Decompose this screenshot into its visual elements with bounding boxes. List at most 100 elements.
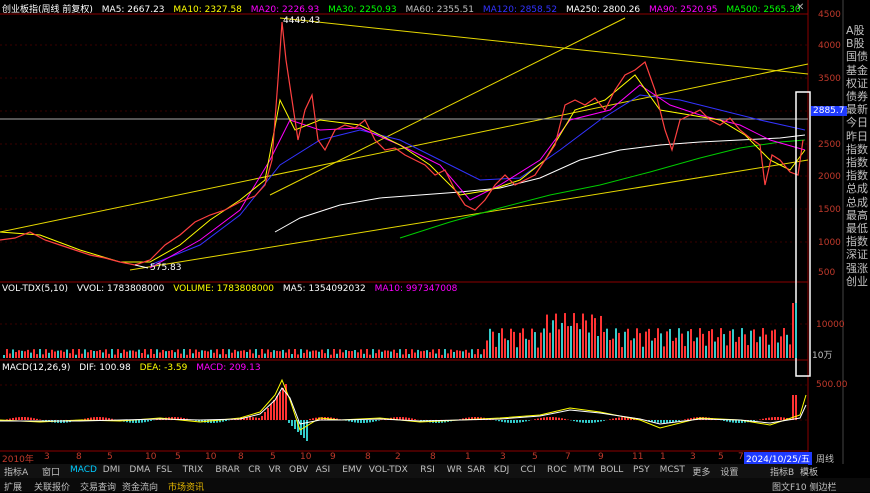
volume-bar [333, 349, 335, 358]
volume-bar [249, 349, 251, 358]
volume-bar [372, 349, 374, 358]
volume-bar [201, 350, 203, 358]
tab-3[interactable]: DMI [103, 465, 120, 475]
tab-indicator-b[interactable]: 指标B [770, 465, 794, 478]
tab-10[interactable]: OBV [289, 465, 308, 475]
volume-bar [93, 351, 95, 358]
side-item[interactable]: 国债 [846, 50, 868, 64]
side-item[interactable]: 指数 [846, 235, 868, 249]
macd-bar [621, 417, 623, 420]
side-item[interactable]: 今日 [846, 116, 868, 130]
close-icon[interactable]: ✕ [796, 3, 806, 13]
side-item[interactable]: 总成 [846, 196, 868, 210]
side-item[interactable]: A股 [846, 24, 865, 38]
volume-bar [108, 354, 110, 358]
bottom-link-1[interactable]: 关联报价 [34, 480, 70, 493]
volume-bar [294, 349, 296, 358]
volume-bar [525, 339, 527, 358]
macd-bar [540, 418, 542, 420]
tab-2[interactable]: MACD [70, 465, 97, 475]
side-item[interactable]: 指数 [846, 143, 868, 157]
side-item[interactable]: 最高 [846, 209, 868, 223]
volume-bar [540, 333, 542, 358]
macd-bar [18, 417, 20, 420]
tab-24[interactable]: 更多 [692, 465, 710, 478]
bottom-link-3[interactable]: 资金流向 [122, 480, 158, 493]
side-item[interactable]: 总成 [846, 182, 868, 196]
tab-13[interactable]: VOL-TDX [369, 465, 408, 475]
volume-bar [720, 328, 722, 358]
tab-6[interactable]: TRIX [183, 465, 204, 475]
period-label[interactable]: 周线 [816, 452, 834, 465]
tab-template[interactable]: 模板 [800, 465, 818, 478]
tab-16[interactable]: SAR [467, 465, 485, 475]
tab-21[interactable]: BOLL [600, 465, 623, 475]
bottom-link-4[interactable]: 市场资讯 [168, 480, 204, 493]
side-item[interactable]: 指数 [846, 156, 868, 170]
macd-bar [507, 420, 509, 423]
tab-15[interactable]: WR [447, 465, 462, 475]
tab-4[interactable]: DMA [129, 465, 150, 475]
tab-5[interactable]: FSL [156, 465, 172, 475]
volume-bar [462, 351, 464, 358]
side-item[interactable]: 权证 [846, 77, 868, 91]
volume-bar [768, 345, 770, 358]
volume-bar [36, 354, 38, 358]
volume-bar [15, 352, 17, 358]
volume-bar [657, 328, 659, 358]
volume-bar [570, 326, 572, 358]
tab-11[interactable]: ASI [316, 465, 331, 475]
macd-bar [777, 417, 779, 420]
volume-bar [738, 337, 740, 358]
tab-14[interactable]: RSI [420, 465, 435, 475]
side-item[interactable]: 最低 [846, 222, 868, 236]
macd-bar [564, 419, 566, 420]
date-tick: 8 [238, 452, 244, 462]
side-item[interactable]: 创业 [846, 275, 868, 289]
volume-bar [30, 353, 32, 358]
dea-label: DEA: -3.59 [140, 363, 188, 373]
tab-9[interactable]: VR [269, 465, 281, 475]
price-axis-tick: 500 [818, 268, 835, 278]
tab-18[interactable]: CCI [520, 465, 535, 475]
volume-bar [483, 349, 485, 358]
date-tick: 5 [107, 452, 113, 462]
tab-17[interactable]: KDJ [494, 465, 510, 475]
volume-bar [594, 318, 596, 358]
f10-sidebar-toggle[interactable]: 图文F10 侧边栏 [772, 480, 837, 493]
side-item[interactable]: 昨日 [846, 130, 868, 144]
tab-0[interactable]: 指标A [4, 465, 28, 478]
volume-bar [42, 354, 44, 358]
volume-bar [330, 355, 332, 358]
tab-8[interactable]: CR [248, 465, 261, 475]
tab-1[interactable]: 窗口 [42, 465, 60, 478]
tab-7[interactable]: BRAR [215, 465, 239, 475]
macd-bar [510, 420, 512, 423]
macd-bar [732, 420, 734, 423]
tab-23[interactable]: MCST [660, 465, 685, 475]
tab-25[interactable]: 设置 [720, 465, 738, 478]
date-tick: 10 [300, 452, 311, 462]
side-item[interactable]: 深证 [846, 248, 868, 262]
macd-bar [600, 420, 602, 421]
volume-bar [696, 337, 698, 358]
bottom-link-2[interactable]: 交易查询 [80, 480, 116, 493]
volume-bar [585, 320, 587, 358]
macd-bar [525, 420, 527, 421]
chart-canvas[interactable]: 4449.43 575.83 [0, 0, 870, 492]
macd-indicator-name: MACD(12,26,9) [2, 363, 70, 373]
side-item[interactable]: 强涨 [846, 262, 868, 276]
tab-22[interactable]: PSY [633, 465, 650, 475]
macd-bar [594, 420, 596, 423]
volume-bar [396, 353, 398, 358]
volume-bar [315, 350, 317, 358]
tab-12[interactable]: EMV [342, 465, 362, 475]
tab-20[interactable]: MTM [574, 465, 595, 475]
side-item[interactable]: 基金 [846, 64, 868, 78]
tab-19[interactable]: ROC [547, 465, 567, 475]
macd-bar [102, 417, 104, 420]
volume-bar [48, 353, 50, 358]
volume-bar [291, 354, 293, 358]
side-item[interactable]: 债券 [846, 90, 868, 104]
bottom-link-0[interactable]: 扩展 [4, 480, 22, 493]
